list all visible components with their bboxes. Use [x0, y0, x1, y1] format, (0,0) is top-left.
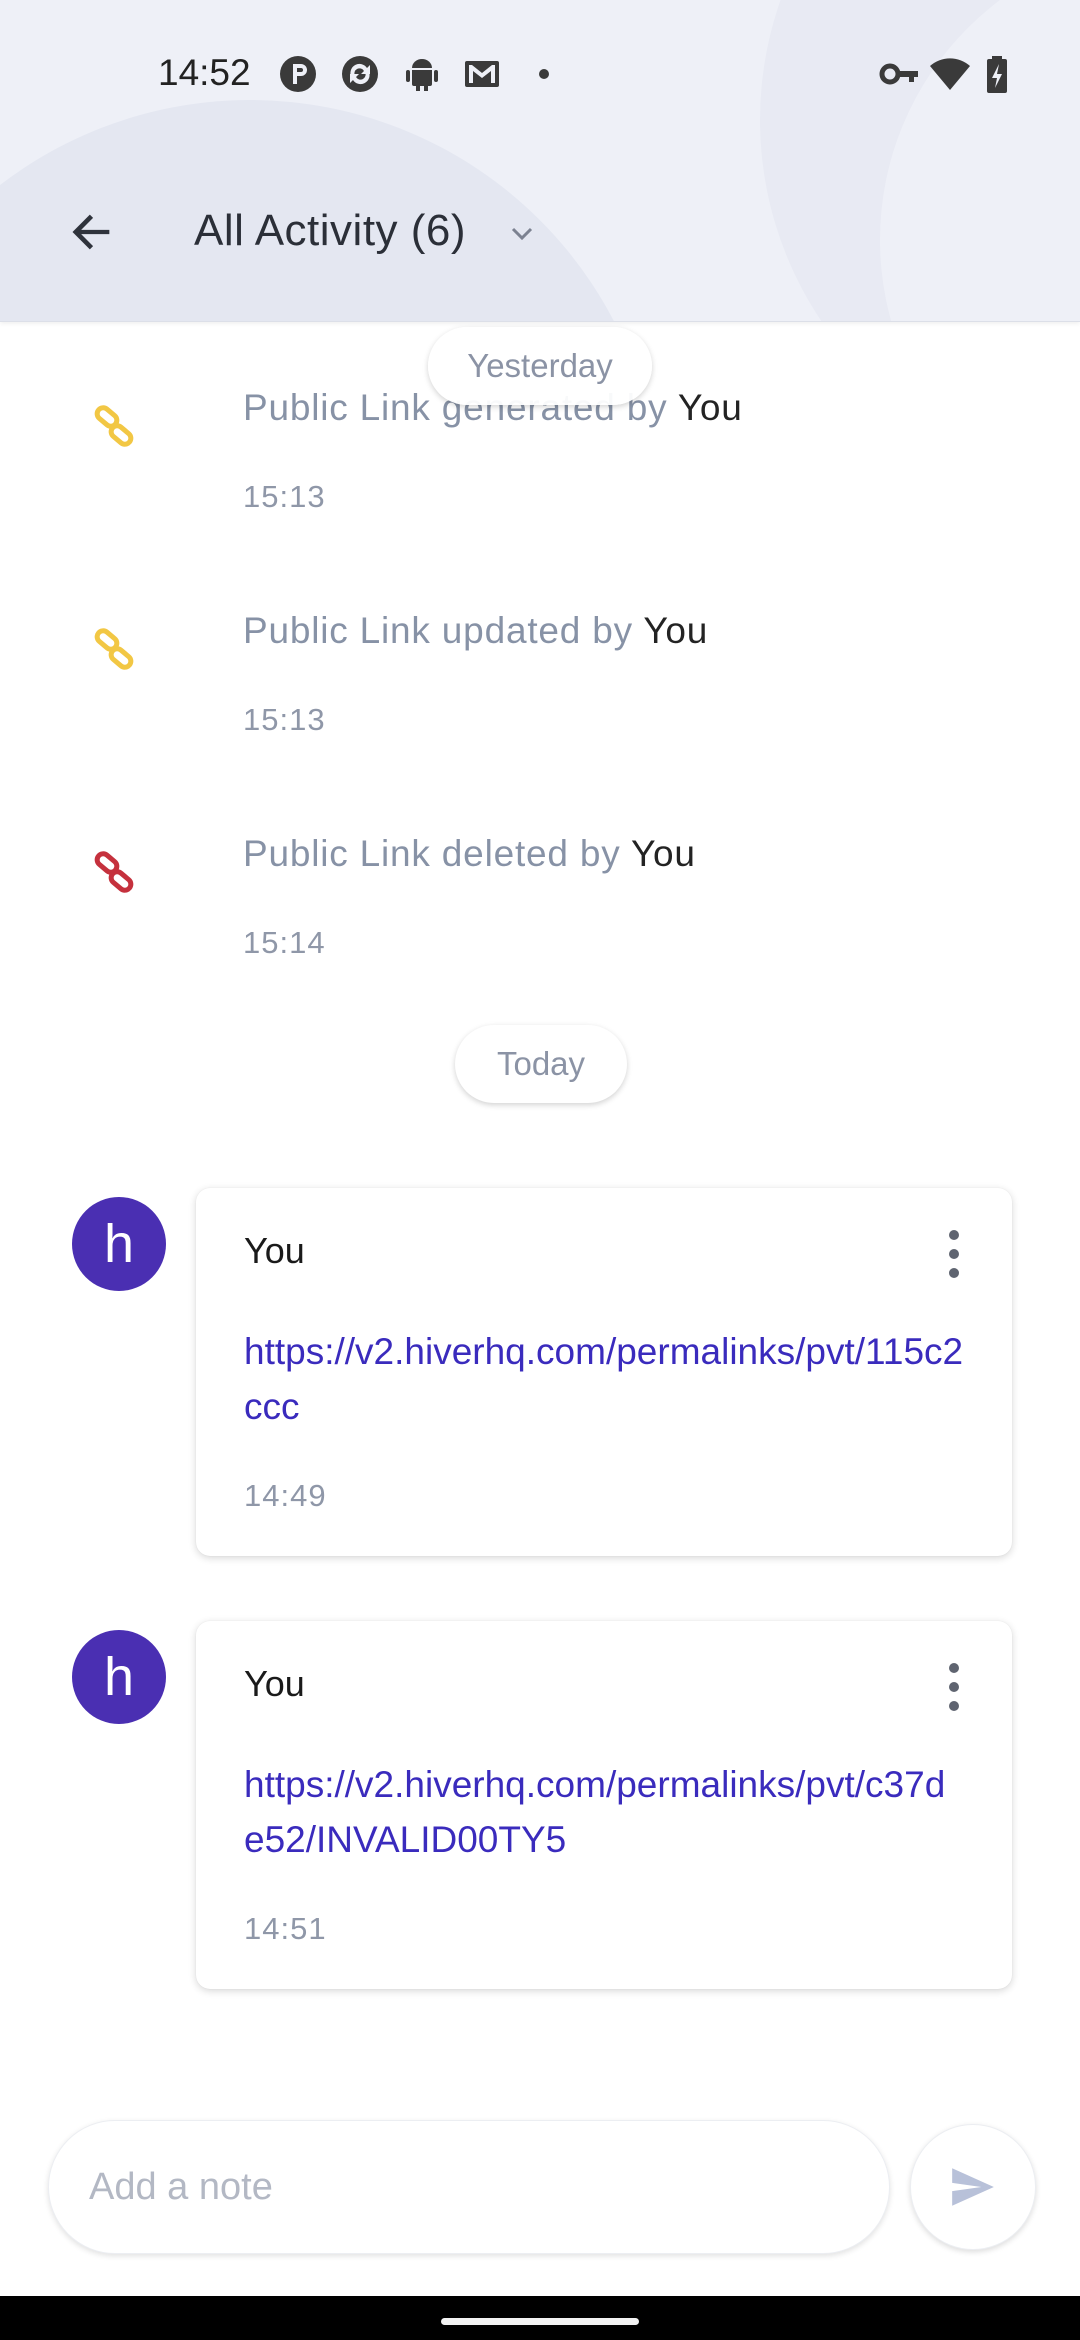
activity-time: 15:13	[243, 479, 326, 514]
avatar[interactable]: h	[72, 1630, 166, 1724]
more-vert-icon	[949, 1682, 959, 1692]
link-icon	[94, 628, 134, 670]
home-gesture-handle[interactable]	[441, 2318, 639, 2325]
send-icon	[952, 2168, 994, 2206]
sync-app-icon	[342, 56, 378, 92]
activity-item: Public Link deleted by You 15:14	[0, 833, 1080, 1033]
vpn-key-icon	[879, 63, 918, 85]
activity-actor: You	[643, 610, 709, 651]
activity-action: Public Link updated by	[243, 610, 644, 651]
activity-actor: You	[630, 833, 696, 874]
more-vert-icon	[949, 1268, 959, 1278]
avatar[interactable]: h	[72, 1197, 166, 1291]
note-author: You	[244, 1230, 305, 1271]
more-vert-icon	[949, 1230, 959, 1240]
arrow-back-icon	[72, 214, 110, 250]
more-vert-icon	[949, 1701, 959, 1711]
more-options-button[interactable]	[936, 1657, 972, 1717]
battery-charging-icon	[987, 56, 1007, 93]
activity-action: Public Link deleted by	[243, 833, 631, 874]
link-icon	[94, 405, 134, 447]
status-bar: 14:52	[0, 0, 1080, 150]
add-note-input[interactable]	[48, 2120, 890, 2254]
app-header: 14:52 All Activity (6)	[0, 0, 1080, 322]
android-icon	[406, 59, 438, 91]
note-card: You https://v2.hiverhq.com/permalinks/pv…	[196, 1188, 1012, 1556]
date-chip-yesterday: Yesterday	[428, 327, 652, 405]
more-vert-icon	[949, 1663, 959, 1673]
back-button[interactable]	[60, 200, 124, 264]
note-link[interactable]: https://v2.hiverhq.com/permalinks/pvt/c3…	[244, 1757, 964, 1867]
note-author: You	[244, 1663, 305, 1704]
dot-icon	[539, 69, 549, 79]
page-title[interactable]: All Activity (6)	[194, 206, 466, 256]
wifi-icon	[930, 58, 970, 90]
status-time: 14:52	[158, 52, 251, 93]
more-vert-icon	[949, 1249, 959, 1259]
date-chip-today: Today	[455, 1025, 627, 1103]
app-bar: All Activity (6)	[0, 150, 1080, 321]
note-card: You https://v2.hiverhq.com/permalinks/pv…	[196, 1621, 1012, 1989]
chevron-down-icon[interactable]	[508, 224, 536, 244]
note-time: 14:49	[244, 1478, 327, 1513]
send-button[interactable]	[910, 2124, 1036, 2250]
gmail-icon	[465, 61, 499, 87]
activity-text: Public Link updated by You	[243, 610, 708, 652]
activity-time: 15:13	[243, 702, 326, 737]
more-options-button[interactable]	[936, 1224, 972, 1284]
note-time: 14:51	[244, 1911, 327, 1946]
link-off-icon	[94, 851, 134, 893]
activity-actor: You	[677, 387, 743, 428]
activity-text: Public Link deleted by You	[243, 833, 696, 875]
activity-item: Public Link generated by You 15:13	[0, 387, 1080, 587]
p-app-icon	[280, 56, 316, 92]
activity-item: Public Link updated by You 15:13	[0, 610, 1080, 810]
activity-time: 15:14	[243, 925, 326, 960]
note-link[interactable]: https://v2.hiverhq.com/permalinks/pvt/11…	[244, 1324, 964, 1434]
